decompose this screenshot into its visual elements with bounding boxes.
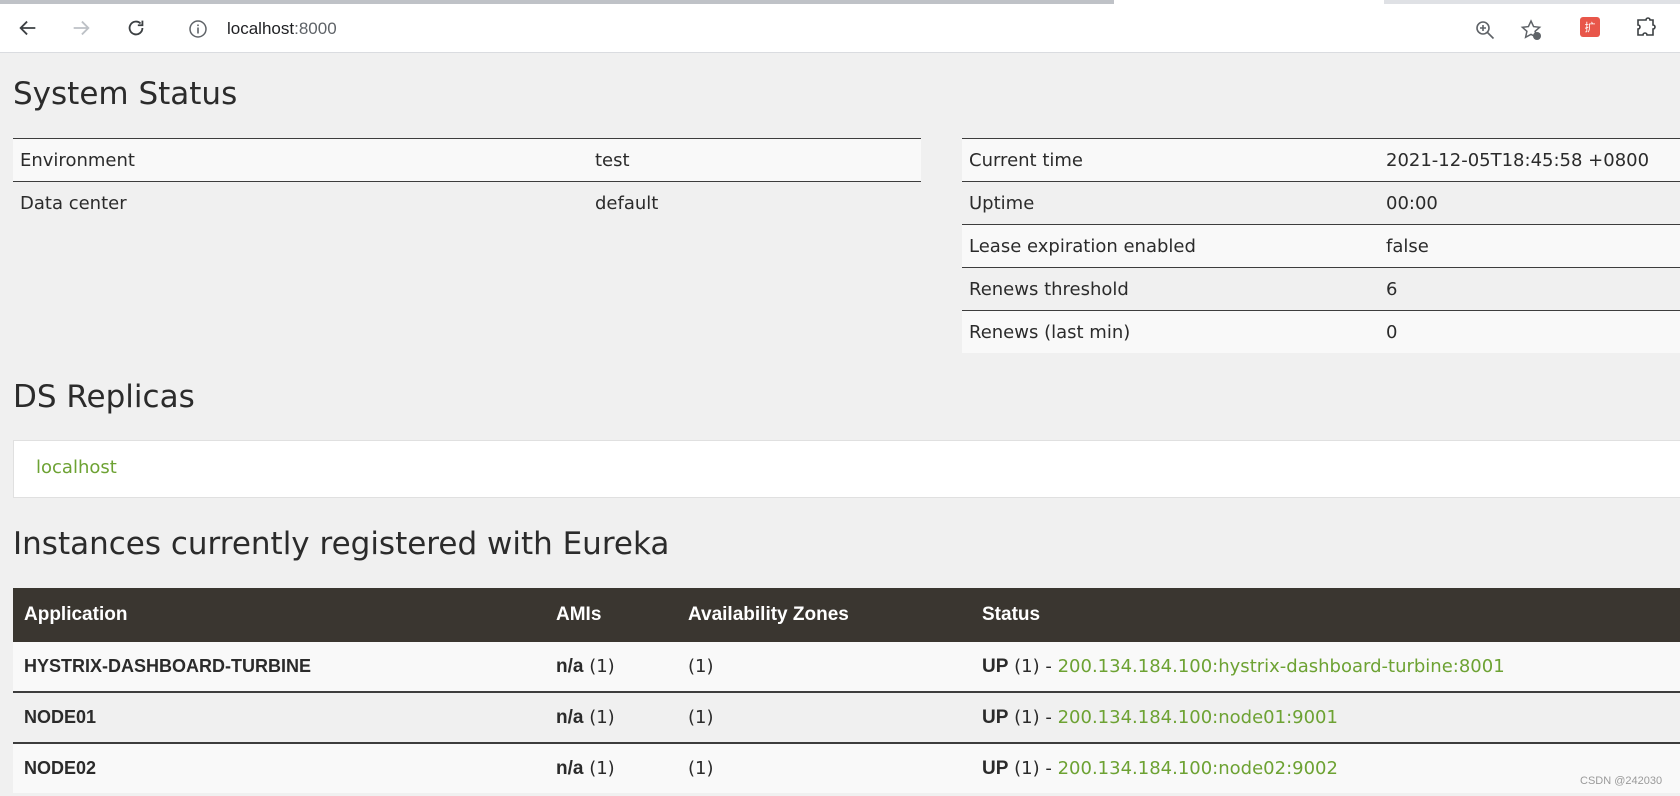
status-count: (1) - xyxy=(1014,757,1052,779)
application-name: NODE02 xyxy=(24,758,97,778)
status-key: Environment xyxy=(20,149,135,171)
status-key: Renews (last min) xyxy=(969,321,1131,343)
application-name: HYSTRIX-DASHBOARD-TURBINE xyxy=(24,656,311,676)
status-up: UP xyxy=(982,706,1009,728)
table-row: Uptime 00:00 xyxy=(962,181,1680,225)
ds-replicas-heading: DS Replicas xyxy=(13,379,195,415)
status-cell: UP (1) - 200.134.184.100:hystrix-dashboa… xyxy=(971,642,1680,692)
ami-cell: n/a (1) xyxy=(545,743,677,793)
back-arrow-icon xyxy=(19,20,36,36)
ami-value: n/a xyxy=(556,706,584,728)
zones-cell: (1) xyxy=(688,758,714,779)
instances-heading: Instances currently registered with Eure… xyxy=(13,526,670,562)
url-host: localhost xyxy=(227,19,295,38)
ami-cell: n/a (1) xyxy=(545,642,677,692)
status-value: 0 xyxy=(1386,321,1398,343)
status-left-table: Environment test Data center default xyxy=(13,138,921,224)
column-header-status: Status xyxy=(982,604,1041,625)
zones-cell: (1) xyxy=(688,707,714,728)
ami-cell: n/a (1) xyxy=(545,692,677,743)
system-status-heading: System Status xyxy=(13,76,238,112)
status-value: 6 xyxy=(1386,278,1398,300)
reload-button[interactable] xyxy=(120,12,152,44)
table-row: Current time 2021-12-05T18:45:58 +0800 xyxy=(962,138,1680,182)
status-value: false xyxy=(1386,235,1429,257)
extension-icon[interactable]: 扩 xyxy=(1580,17,1600,37)
watermark: CSDN @242030 xyxy=(1580,775,1663,787)
instances-table: Application AMIs Availability Zones Stat… xyxy=(13,588,1680,793)
application-name: NODE01 xyxy=(24,707,97,727)
address-bar[interactable]: localhost:8000 xyxy=(172,10,1586,48)
info-icon[interactable] xyxy=(188,19,208,39)
instance-link[interactable]: 200.134.184.100:node02:9002 xyxy=(1058,758,1338,779)
ami-count: (1) xyxy=(589,757,615,779)
status-right-table: Current time 2021-12-05T18:45:58 +0800 U… xyxy=(962,138,1680,353)
replica-link-localhost[interactable]: localhost xyxy=(36,457,117,478)
status-up: UP xyxy=(982,757,1009,779)
forward-button[interactable] xyxy=(65,12,97,44)
status-key: Current time xyxy=(969,149,1083,171)
browser-toolbar: localhost:8000 扩 xyxy=(0,4,1680,53)
column-header-amis: AMIs xyxy=(556,604,602,625)
column-header-availability-zones: Availability Zones xyxy=(688,604,849,625)
url-port: :8000 xyxy=(294,19,337,38)
status-count: (1) - xyxy=(1014,706,1052,728)
table-row: Renews (last min) 0 xyxy=(962,310,1680,353)
table-row: Lease expiration enabled false xyxy=(962,224,1680,268)
table-row: NODE01 n/a (1) (1) UP (1) - 200.134.184.… xyxy=(13,692,1680,743)
status-key: Uptime xyxy=(969,192,1035,214)
status-value: default xyxy=(595,192,659,214)
table-row: Environment test xyxy=(13,138,921,182)
status-up: UP xyxy=(982,655,1009,677)
bookmark-star-icon[interactable] xyxy=(1520,19,1542,41)
extensions-puzzle-icon[interactable] xyxy=(1634,16,1658,40)
url-text: localhost:8000 xyxy=(227,19,337,39)
table-header-row: Application AMIs Availability Zones Stat… xyxy=(13,588,1680,642)
instance-link[interactable]: 200.134.184.100:node01:9001 xyxy=(1058,707,1338,728)
replica-list: localhost xyxy=(13,440,1680,498)
back-button[interactable] xyxy=(12,12,44,44)
status-key: Data center xyxy=(20,192,127,214)
status-value: 00:00 xyxy=(1386,192,1438,214)
reload-icon xyxy=(128,20,144,36)
status-value: test xyxy=(595,149,630,171)
zoom-icon[interactable] xyxy=(1474,19,1496,41)
table-row: HYSTRIX-DASHBOARD-TURBINE n/a (1) (1) UP… xyxy=(13,642,1680,692)
table-row: NODE02 n/a (1) (1) UP (1) - 200.134.184.… xyxy=(13,743,1680,793)
status-key: Renews threshold xyxy=(969,278,1129,300)
status-cell: UP (1) - 200.134.184.100:node02:9002 xyxy=(971,743,1680,793)
zones-cell: (1) xyxy=(688,656,714,677)
ami-value: n/a xyxy=(556,757,584,779)
status-cell: UP (1) - 200.134.184.100:node01:9001 xyxy=(971,692,1680,743)
table-row: Data center default xyxy=(13,181,921,225)
ami-count: (1) xyxy=(589,706,615,728)
status-key: Lease expiration enabled xyxy=(969,235,1196,257)
column-header-application: Application xyxy=(24,604,128,625)
table-row: Renews threshold 6 xyxy=(962,267,1680,311)
ami-value: n/a xyxy=(556,655,584,677)
status-count: (1) - xyxy=(1014,655,1052,677)
ami-count: (1) xyxy=(589,655,615,677)
instance-link[interactable]: 200.134.184.100:hystrix-dashboard-turbin… xyxy=(1058,656,1505,677)
status-value: 2021-12-05T18:45:58 +0800 xyxy=(1386,149,1650,171)
forward-arrow-icon xyxy=(73,20,90,36)
